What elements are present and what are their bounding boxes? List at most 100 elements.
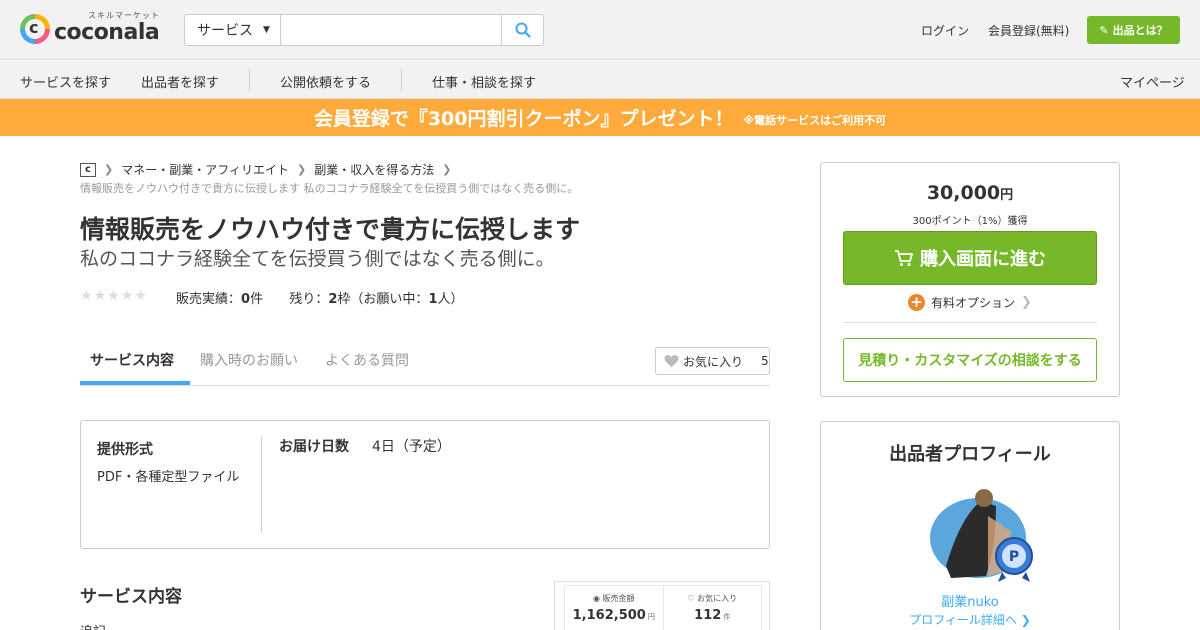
tab-faq[interactable]: よくある質問 bbox=[325, 350, 409, 370]
heart-icon bbox=[664, 355, 679, 368]
remaining-unit: 枠（お願い中： bbox=[337, 292, 429, 307]
requests-unit: 人） bbox=[437, 292, 464, 307]
purchase-card: 30,000円 300ポイント（1%）獲得 購入画面に進む + 有料オプション … bbox=[820, 162, 1120, 397]
delivery-label: お届け日数 bbox=[279, 439, 349, 455]
chevron-right-icon: ❯ bbox=[296, 163, 307, 176]
top-header: c スキルマーケット coconala サービス ▼ ログイン 会員登録(無料)… bbox=[0, 0, 1200, 60]
favorite-label: お気に入り bbox=[683, 354, 744, 369]
breadcrumb-current: 情報販売をノウハウ付きで貴方に伝授します 私のココナラ経験全てを伝授買う側ではな… bbox=[80, 182, 579, 195]
sales-info: 販売実績：0件 残り：2枠（お願い中：1人） bbox=[176, 288, 464, 307]
breadcrumb: c ❯ マネー・副業・アフィリエイト ❯ 副業・収入を得る方法 ❯ bbox=[80, 161, 459, 178]
home-icon[interactable]: c bbox=[80, 162, 96, 177]
nav-post-request[interactable]: 公開依頼をする bbox=[280, 72, 371, 91]
favorite-button[interactable]: お気に入り 5 bbox=[655, 347, 770, 375]
service-subtitle: 私のココナラ経験全てを伝授買う側ではなく売る側に。 bbox=[80, 248, 555, 270]
breadcrumb-item[interactable]: 副業・収入を得る方法 bbox=[314, 161, 434, 178]
nav-divider bbox=[401, 69, 402, 91]
stats-inner: ◉ 販売金額 1,162,500 円 ♡ お気に入り 112 件 bbox=[564, 585, 762, 630]
seller-profile-link[interactable]: プロフィール詳細へ ❯ bbox=[821, 611, 1119, 628]
tab-service-content[interactable]: サービス内容 bbox=[90, 350, 174, 370]
seller-avatar[interactable]: P bbox=[926, 486, 1036, 586]
sales-unit: 件 bbox=[250, 292, 264, 307]
favorites-stat-label: お気に入り bbox=[697, 594, 738, 603]
service-content-note: 追記 bbox=[80, 621, 106, 630]
favorites-label-row: ♡ お気に入り bbox=[664, 593, 762, 604]
logo-wordmark: coconala bbox=[54, 20, 160, 45]
stats-box: ◉ 販売金額 1,162,500 円 ♡ お気に入り 112 件 bbox=[554, 581, 770, 630]
search-bar: サービス ▼ bbox=[184, 14, 544, 46]
proceed-to-purchase-button[interactable]: 購入画面に進む bbox=[843, 231, 1097, 285]
chevron-right-icon: ❯ bbox=[442, 163, 452, 176]
rating-stars: ★ ★ ★ ★ ★ bbox=[80, 288, 147, 304]
nav-divider bbox=[249, 69, 250, 91]
breadcrumb-item[interactable]: マネー・副業・アフィリエイト bbox=[121, 161, 289, 178]
nav-find-services[interactable]: サービスを探す bbox=[20, 72, 111, 91]
sales-amount-label: 販売金額 bbox=[602, 594, 635, 603]
paid-options-label: 有料オプション bbox=[931, 296, 1016, 310]
promo-banner-note: ※電話サービスはご利用不可 bbox=[743, 113, 887, 127]
promo-banner[interactable]: 会員登録で『300円割引クーポン』プレゼント！ ※電話サービスはご利用不可 bbox=[0, 99, 1200, 136]
plus-icon: + bbox=[908, 294, 926, 311]
favorites-row: 112 件 bbox=[664, 608, 762, 623]
pencil-icon: ✎ bbox=[1099, 23, 1109, 37]
coconala-logo[interactable]: c スキルマーケット coconala bbox=[20, 12, 160, 45]
nav-find-sellers[interactable]: 出品者を探す bbox=[141, 72, 219, 91]
points-earned: 300ポイント（1%）獲得 bbox=[912, 216, 1028, 227]
search-category-select[interactable]: サービス ▼ bbox=[185, 15, 281, 45]
chevron-right-icon: ❯ bbox=[1020, 613, 1031, 627]
favorites-stat: ♡ お気に入り 112 件 bbox=[664, 586, 762, 630]
price: 30,000円 bbox=[821, 182, 1119, 204]
estimate-consult-button[interactable]: 見積り・カスタマイズの相談をする bbox=[843, 338, 1097, 382]
chevron-right-icon: ❯ bbox=[104, 163, 114, 176]
sales-amount-stat: ◉ 販売金額 1,162,500 円 bbox=[565, 586, 664, 630]
service-tabs: サービス内容 購入時のお願い よくある質問 お気に入り 5 bbox=[80, 336, 770, 386]
about-listing-label: 出品とは？ bbox=[1112, 24, 1168, 37]
sales-amount-unit: 円 bbox=[647, 613, 655, 621]
paid-options-toggle[interactable]: + 有料オプション ❯ bbox=[821, 294, 1119, 311]
logo-subtitle: スキルマーケット bbox=[88, 11, 160, 20]
caret-down-icon: ▼ bbox=[263, 25, 270, 35]
search-button[interactable] bbox=[501, 15, 543, 45]
sales-amount-row: 1,162,500 円 bbox=[565, 608, 663, 623]
remaining-label: 残り： bbox=[289, 292, 329, 307]
sales-amount-value: 1,162,500 bbox=[572, 608, 646, 623]
seller-profile-link-label: プロフィール詳細へ bbox=[909, 613, 1017, 627]
register-link[interactable]: 会員登録(無料) bbox=[988, 22, 1069, 39]
coin-icon: ◉ bbox=[592, 594, 600, 603]
star-icon: ★ bbox=[93, 288, 107, 304]
proceed-to-purchase-label: 購入画面に進む bbox=[920, 249, 1046, 270]
sales-label: 販売実績： bbox=[176, 292, 242, 307]
main-nav: サービスを探す 出品者を探す 公開依頼をする 仕事・相談を探す マイページ bbox=[0, 61, 1200, 99]
search-category-label: サービス bbox=[197, 23, 253, 39]
delivery-value: 4日（予定） bbox=[372, 439, 451, 455]
seller-name[interactable]: 副業nuko bbox=[821, 591, 1119, 610]
rank-badge-icon: P bbox=[995, 537, 1033, 582]
format-label: 提供形式 bbox=[97, 442, 153, 458]
active-tab-indicator bbox=[80, 381, 190, 385]
star-icon: ★ bbox=[120, 288, 134, 304]
search-icon bbox=[515, 22, 531, 38]
favorites-stat-value: 112 bbox=[694, 608, 722, 623]
star-icon: ★ bbox=[80, 288, 93, 304]
service-content-heading: サービス内容 bbox=[80, 587, 182, 607]
cart-icon bbox=[895, 250, 913, 266]
service-spec-box: 提供形式 PDF・各種定型ファイル お届け日数 4日（予定） bbox=[80, 420, 770, 549]
star-icon: ★ bbox=[134, 288, 147, 304]
about-listing-button[interactable]: ✎ 出品とは？ bbox=[1087, 16, 1180, 44]
search-input[interactable] bbox=[281, 15, 501, 45]
tab-purchase-requests[interactable]: 購入時のお願い bbox=[200, 350, 298, 370]
nav-find-jobs[interactable]: 仕事・相談を探す bbox=[432, 72, 536, 91]
nav-mypage[interactable]: マイページ bbox=[1120, 72, 1185, 91]
price-unit: 円 bbox=[1000, 188, 1014, 203]
card-divider bbox=[843, 322, 1097, 323]
spec-divider bbox=[261, 437, 262, 532]
star-icon: ★ bbox=[107, 288, 120, 304]
logo-mark-icon: c bbox=[20, 13, 50, 44]
favorites-stat-unit: 件 bbox=[723, 613, 731, 621]
seller-profile-heading: 出品者プロフィール bbox=[889, 444, 1051, 465]
price-value: 30,000 bbox=[926, 182, 1001, 204]
login-link[interactable]: ログイン bbox=[921, 22, 969, 39]
logo-text: スキルマーケット coconala bbox=[54, 11, 160, 46]
sales-count: 0 bbox=[241, 292, 251, 307]
sales-amount-label-row: ◉ 販売金額 bbox=[565, 593, 663, 604]
